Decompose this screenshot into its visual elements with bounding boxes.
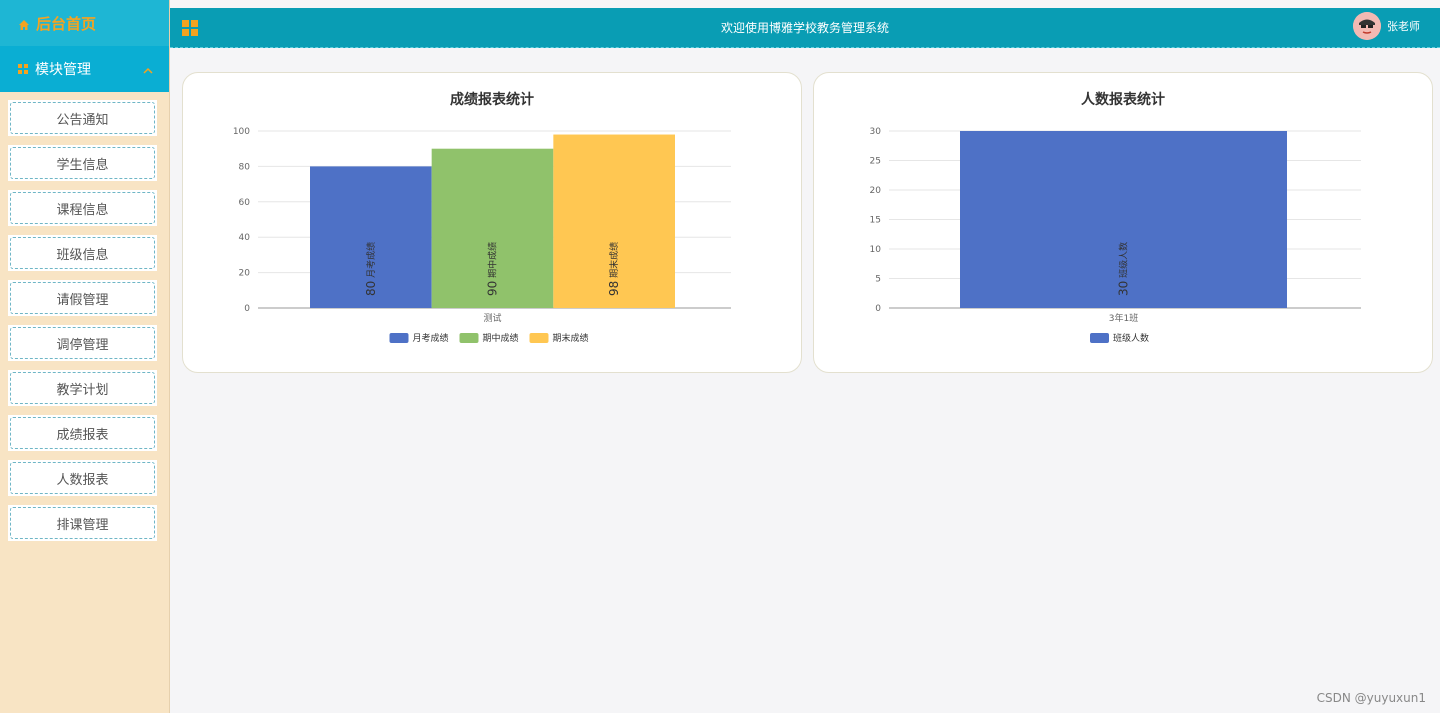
bar-data-label: 30 班级人数 [1116,242,1130,296]
chevron-up-icon [143,64,153,74]
sidebar-item-label: 公告通知 [10,102,155,134]
watermark: CSDN @yuyuxun1 [1316,691,1426,705]
x-tick-label: 测试 [483,312,501,324]
user-menu[interactable]: 张老师 [1353,12,1420,40]
home-label: 后台首页 [36,14,97,33]
sidebar-item-student-info[interactable]: 学生信息 [8,145,157,181]
grade-report-card: 成绩报表统计 0 20 40 60 80 100 80 月考成绩 90 期中成绩 98 期末成绩… [182,72,802,373]
sidebar-item-label: 调停管理 [10,327,155,359]
system-title: 欢迎使用博雅学校教务管理系统 [720,21,889,35]
y-tick-label: 0 [244,304,250,314]
sidebar-item-label: 学生信息 [10,147,155,179]
y-tick-label: 5 [875,275,881,285]
grid-icon [18,64,28,74]
sidebar-item-label: 课程信息 [10,192,155,224]
legend-swatch [459,333,479,343]
legend-swatch [529,333,549,343]
sidebar-item-label: 教学计划 [10,372,155,404]
sidebar-item-headcount-report[interactable]: 人数报表 [8,460,157,496]
y-tick-label: 10 [870,245,882,255]
sidebar-item-label: 成绩报表 [10,417,155,449]
module-management-toggle[interactable]: 模块管理 [0,46,169,92]
legend-label: 期末成绩 [553,332,589,344]
grade-report-chart: 0 20 40 60 80 100 80 月考成绩 90 期中成绩 98 期末成绩测试月考成绩 期… [233,127,731,344]
sidebar-item-label: 班级信息 [10,237,155,269]
y-tick-label: 100 [233,127,250,137]
y-tick-label: 20 [870,186,882,196]
legend-label: 班级人数 [1113,332,1149,344]
headcount-report-chart: 0 5 10 15 20 25 30 30 班级人数 3年1班班级人数 [870,127,1361,344]
user-name: 张老师 [1387,20,1420,33]
sidebar-item-label: 排课管理 [10,507,155,539]
sidebar-item-class-suspension[interactable]: 调停管理 [8,325,157,361]
y-tick-label: 60 [239,198,251,208]
headcount-report-card: 人数报表统计 0 5 10 15 20 25 30 30 班级人数 3年1班 班级人数 [813,72,1433,373]
sidebar-item-grade-report[interactable]: 成绩报表 [8,415,157,451]
y-tick-label: 40 [239,233,251,243]
legend-swatch [389,333,409,343]
top-bar: 欢迎使用博雅学校教务管理系统 张老师 [170,8,1440,48]
legend-label: 期中成绩 [483,332,519,344]
y-tick-label: 20 [239,269,251,279]
sidebar-item-course-info[interactable]: 课程信息 [8,190,157,226]
sidebar-item-label: 请假管理 [10,282,155,314]
module-menu: 公告通知 学生信息 课程信息 班级信息 请假管理 调停管理 教学计划 成绩报表 … [0,92,169,541]
home-icon [18,17,30,30]
bar-data-label: 98 期末成绩 [607,242,621,296]
sidebar-item-leave-management[interactable]: 请假管理 [8,280,157,316]
sidebar-item-teaching-plan[interactable]: 教学计划 [8,370,157,406]
y-tick-label: 30 [870,127,882,137]
bar-data-label: 90 期中成绩 [485,242,499,296]
y-tick-label: 25 [870,157,881,167]
sidebar-item-class-info[interactable]: 班级信息 [8,235,157,271]
sidebar-item-scheduling[interactable]: 排课管理 [8,505,157,541]
sidebar-item-announcements[interactable]: 公告通知 [8,100,157,136]
x-tick-label: 3年1班 [1109,312,1138,324]
legend-swatch [1090,333,1109,343]
home-link[interactable]: 后台首页 [0,0,169,46]
bar-data-label: 80 月考成绩 [363,242,377,296]
sidebar: 后台首页 模块管理 公告通知 学生信息 课程信息 班级信息 请假管理 调停管理 … [0,0,170,713]
avatar [1353,12,1381,40]
y-tick-label: 0 [875,304,881,314]
y-tick-label: 80 [239,162,251,172]
sidebar-item-label: 人数报表 [10,462,155,494]
legend-label: 月考成绩 [413,332,449,344]
y-tick-label: 15 [870,216,881,226]
module-label: 模块管理 [35,62,91,78]
